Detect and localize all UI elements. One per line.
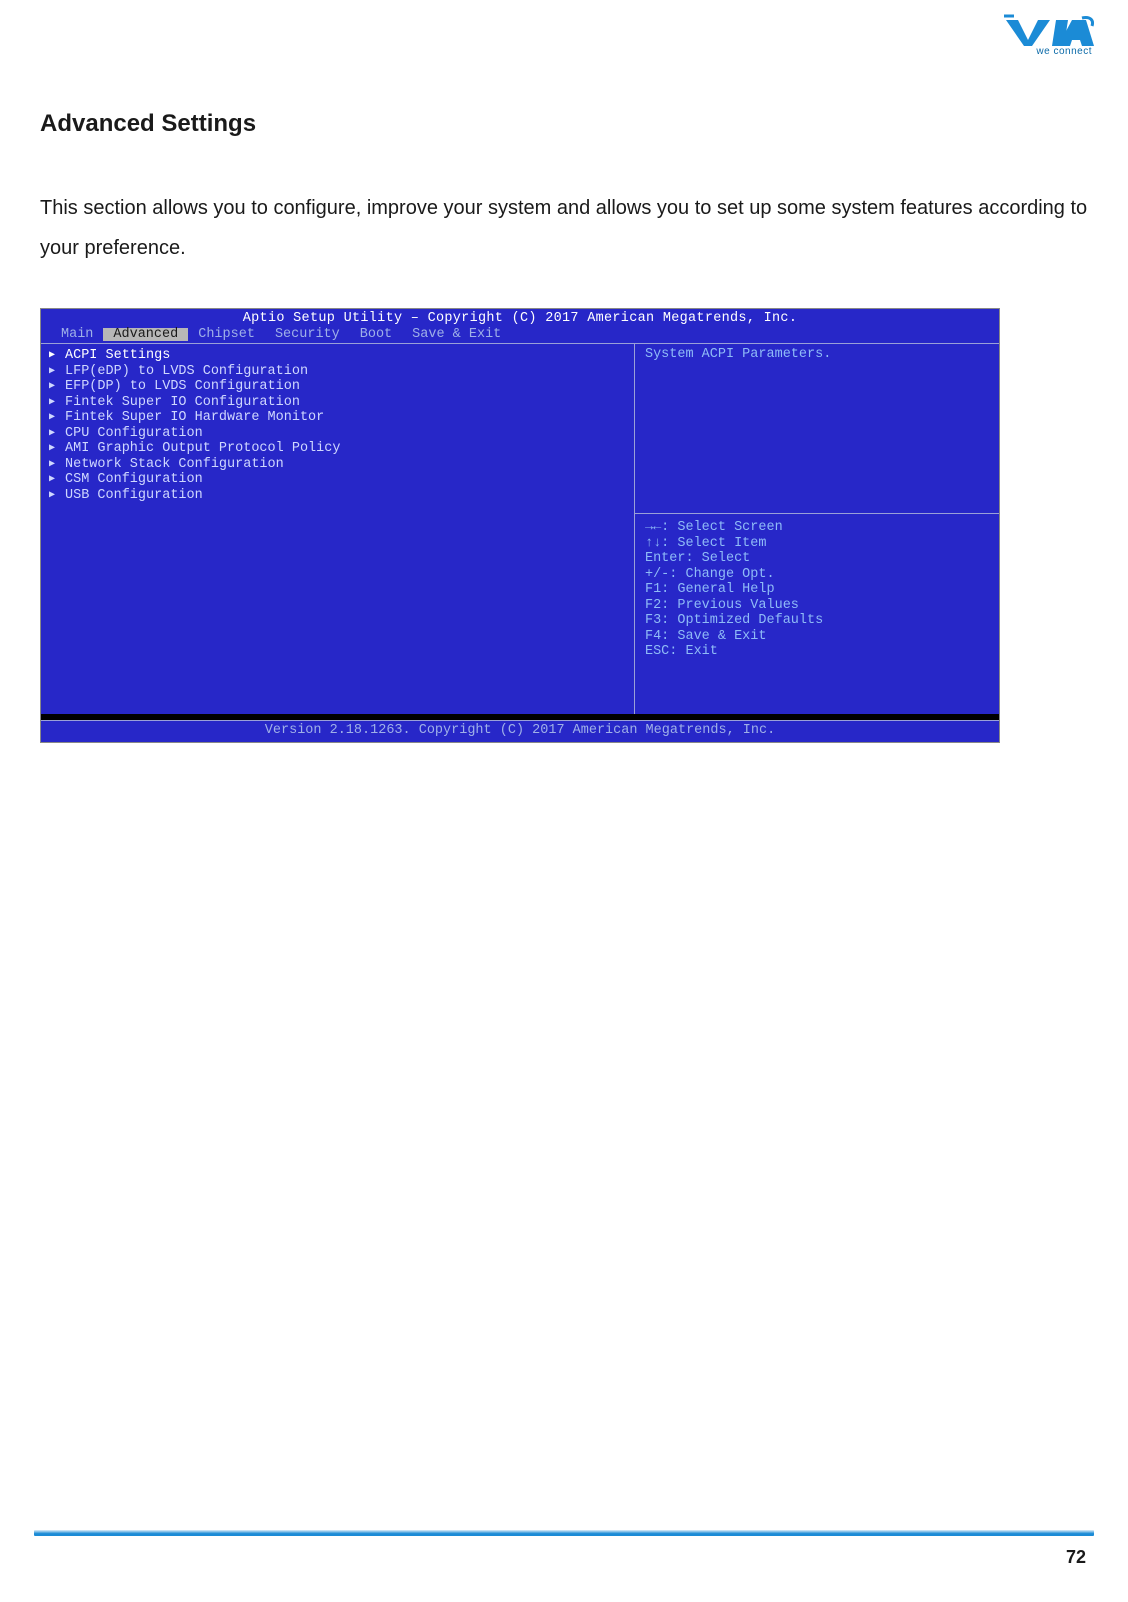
bios-menu-item-label: ACPI Settings <box>65 348 170 364</box>
bios-menu-item[interactable]: ▶ USB Configuration <box>49 488 626 504</box>
bios-key-hint: ↑↓: Select Item <box>645 536 989 552</box>
submenu-arrow-icon: ▶ <box>49 381 59 393</box>
bios-menu-item[interactable]: ▶ Fintek Super IO Hardware Monitor <box>49 410 626 426</box>
bios-menu-item[interactable]: ▶ ACPI Settings <box>49 348 626 364</box>
bios-menu-item-label: USB Configuration <box>65 488 203 504</box>
submenu-arrow-icon: ▶ <box>49 366 59 378</box>
bios-key-hints: →←: Select Screen↑↓: Select ItemEnter: S… <box>635 514 999 714</box>
submenu-arrow-icon: ▶ <box>49 474 59 486</box>
bios-key-hint: Enter: Select <box>645 551 989 567</box>
bios-key-hint: F4: Save & Exit <box>645 629 989 645</box>
bios-menu-item-label: Fintek Super IO Configuration <box>65 395 300 411</box>
via-logo-icon <box>1002 14 1094 48</box>
brand-tagline: we connect <box>1036 46 1092 57</box>
bios-menu-item[interactable]: ▶ CPU Configuration <box>49 426 626 442</box>
submenu-arrow-icon: ▶ <box>49 490 59 502</box>
bios-tab-main[interactable]: Main <box>51 328 103 342</box>
bios-menu-item-label: LFP(eDP) to LVDS Configuration <box>65 364 308 380</box>
bios-tab-security[interactable]: Security <box>265 328 350 342</box>
page-footer-rule <box>34 1530 1094 1536</box>
bios-menu-item[interactable]: ▶ Fintek Super IO Configuration <box>49 395 626 411</box>
submenu-arrow-icon: ▶ <box>49 350 59 362</box>
section-paragraph: This section allows you to configure, im… <box>40 188 1088 268</box>
submenu-arrow-icon: ▶ <box>49 397 59 409</box>
bios-menu-pane: ▶ ACPI Settings ▶ LFP(eDP) to LVDS Configur… <box>41 344 635 714</box>
bios-key-hint: →←: Select Screen <box>645 520 989 536</box>
page-content: Advanced Settings This section allows yo… <box>40 110 1088 743</box>
section-heading: Advanced Settings <box>40 110 1088 138</box>
bios-help-text: System ACPI Parameters. <box>635 344 999 514</box>
bios-menu-item-label: EFP(DP) to LVDS Configuration <box>65 379 300 395</box>
submenu-arrow-icon: ▶ <box>49 412 59 424</box>
bios-menu-item[interactable]: ▶ LFP(eDP) to LVDS Configuration <box>49 364 626 380</box>
bios-menu-item[interactable]: ▶ AMI Graphic Output Protocol Policy <box>49 441 626 457</box>
bios-tab-advanced[interactable]: Advanced <box>103 328 188 342</box>
bios-screenshot: Aptio Setup Utility – Copyright (C) 2017… <box>40 308 1000 743</box>
submenu-arrow-icon: ▶ <box>49 443 59 455</box>
bios-tab-bar: MainAdvancedChipsetSecurityBootSave & Ex… <box>41 328 999 344</box>
bios-menu-item-label: Network Stack Configuration <box>65 457 284 473</box>
brand-logo: we connect <box>998 14 1094 66</box>
bios-menu-item[interactable]: ▶ Network Stack Configuration <box>49 457 626 473</box>
bios-menu-item[interactable]: ▶ EFP(DP) to LVDS Configuration <box>49 379 626 395</box>
submenu-arrow-icon: ▶ <box>49 428 59 440</box>
bios-footer: Version 2.18.1263. Copyright (C) 2017 Am… <box>41 720 999 742</box>
bios-tab-boot[interactable]: Boot <box>350 328 402 342</box>
page-number: 72 <box>1066 1547 1086 1568</box>
bios-menu-item-label: AMI Graphic Output Protocol Policy <box>65 441 340 457</box>
bios-key-hint: +/-: Change Opt. <box>645 567 989 583</box>
bios-body: ▶ ACPI Settings ▶ LFP(eDP) to LVDS Configur… <box>41 343 999 714</box>
bios-menu-item-label: Fintek Super IO Hardware Monitor <box>65 410 324 426</box>
bios-menu-item-label: CPU Configuration <box>65 426 203 442</box>
bios-menu-item[interactable]: ▶ CSM Configuration <box>49 472 626 488</box>
bios-side-pane: System ACPI Parameters. →←: Select Scree… <box>635 344 999 714</box>
bios-key-hint: F1: General Help <box>645 582 989 598</box>
bios-menu-item-label: CSM Configuration <box>65 472 203 488</box>
bios-tab-save-exit[interactable]: Save & Exit <box>402 328 511 342</box>
bios-key-hint: ESC: Exit <box>645 644 989 660</box>
submenu-arrow-icon: ▶ <box>49 459 59 471</box>
bios-tab-chipset[interactable]: Chipset <box>188 328 265 342</box>
bios-title: Aptio Setup Utility – Copyright (C) 2017… <box>41 309 999 328</box>
bios-key-hint: F3: Optimized Defaults <box>645 613 989 629</box>
bios-key-hint: F2: Previous Values <box>645 598 989 614</box>
